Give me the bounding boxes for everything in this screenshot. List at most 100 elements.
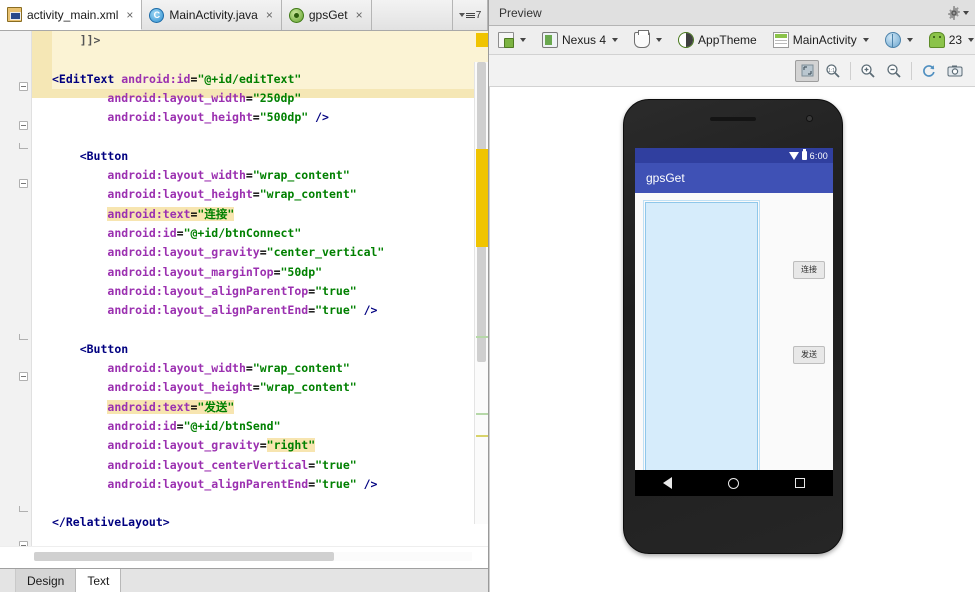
horizontal-scrollbar-thumb[interactable] <box>34 552 334 561</box>
chevron-down-icon <box>612 38 619 42</box>
android-api-icon <box>928 32 945 48</box>
fold-marker[interactable] <box>19 372 28 381</box>
zoom-actual-size-button[interactable]: 1:1 <box>821 60 845 82</box>
code-line: android:layout_gravity="center_vertical" <box>52 243 488 262</box>
chevron-down-icon <box>458 13 465 17</box>
code-token: = <box>245 90 253 105</box>
code-line <box>52 50 488 70</box>
zoom-in-button[interactable] <box>856 60 880 82</box>
code-token: = <box>252 187 260 202</box>
code-token: "@+id/btnConnect" <box>183 225 302 240</box>
code-token: android:layout_alignParentEnd <box>107 476 309 491</box>
editor-scrollbar[interactable] <box>474 62 488 524</box>
code-token: android:id <box>107 225 177 240</box>
code-token: = <box>273 264 281 279</box>
preview-button-btnsend[interactable]: 发送 <box>793 346 825 364</box>
svg-text:1:1: 1:1 <box>828 68 835 74</box>
editor-tab-activity-main-xml[interactable]: activity_main.xml × <box>0 0 143 30</box>
tab-overflow-count: 7 <box>475 9 482 21</box>
android-status-bar: 6:00 <box>635 148 833 163</box>
code-line: android:layout_gravity="right" <box>52 436 488 455</box>
code-token: "right" <box>266 438 316 453</box>
editor-tab-gpsget[interactable]: gpsGet × <box>281 0 372 30</box>
toolbar-theme-selector[interactable]: AppTheme <box>673 30 762 50</box>
zoom-fit-button[interactable] <box>795 59 819 82</box>
fold-marker[interactable] <box>19 121 28 130</box>
code-token: android:id <box>107 418 177 433</box>
code-line: android:layout_alignParentEnd="true" /> <box>52 301 488 320</box>
preview-edittext[interactable] <box>643 200 760 489</box>
mode-tabs-gap <box>0 569 16 592</box>
code-token: android:layout_width <box>107 90 246 105</box>
api-level-label: 23 <box>948 33 963 47</box>
preview-pane: Preview Nexus 4 AppTheme MainActivity 23… <box>489 0 975 592</box>
code-token: android:layout_gravity <box>107 438 260 453</box>
refresh-button[interactable] <box>917 60 941 82</box>
preview-header: Preview <box>489 0 975 26</box>
close-icon[interactable]: × <box>126 9 133 21</box>
back-icon[interactable] <box>663 477 672 489</box>
close-icon[interactable]: × <box>266 9 273 21</box>
chevron-down-icon <box>862 38 869 42</box>
code-token: <Button <box>79 148 129 163</box>
code-token: android:layout_gravity <box>107 245 260 260</box>
toolbar-layout-variant[interactable] <box>493 30 531 50</box>
chevron-down-icon <box>906 38 913 42</box>
code-token: android:text <box>107 399 191 414</box>
battery-icon <box>801 149 807 160</box>
code-token: "wrap_content" <box>259 187 357 202</box>
code-token: "发送" <box>197 399 235 414</box>
toolbar-orientation-selector[interactable] <box>629 30 667 50</box>
code-line: <Button <box>52 340 488 359</box>
toolbar-locale-selector[interactable] <box>880 30 918 50</box>
device-label: Nexus 4 <box>562 33 607 47</box>
code-line: android:layout_marginTop="50dp" <box>52 263 488 282</box>
editor-tab-mainactivity-java[interactable]: C MainActivity.java × <box>142 0 282 30</box>
editor-tab-label: gpsGet <box>308 8 348 22</box>
recents-icon[interactable] <box>795 478 805 488</box>
toolbar-api-selector[interactable]: 23 <box>924 30 975 50</box>
code-line: android:layout_width="250dp" <box>52 89 488 108</box>
code-line: android:text="连接" <box>52 205 488 224</box>
tab-design[interactable]: Design <box>16 569 77 592</box>
mode-tabs-filler <box>121 569 488 592</box>
code-line: android:id="@+id/btnConnect" <box>52 224 488 243</box>
preview-button-btnconnect[interactable]: 连接 <box>793 261 825 279</box>
list-icon <box>465 12 475 18</box>
preview-canvas[interactable]: 6:00 gpsGet 连接 发送 <box>489 87 975 592</box>
toolbar-activity-selector[interactable]: MainActivity <box>768 30 874 50</box>
code-line: ]]> <box>52 31 488 51</box>
front-camera-icon <box>806 115 813 122</box>
home-icon[interactable] <box>728 477 739 489</box>
code-token: "连接" <box>197 206 235 221</box>
theme-label: AppTheme <box>698 33 757 47</box>
toolbar-device-selector[interactable]: Nexus 4 <box>537 30 623 50</box>
chevron-down-icon[interactable] <box>963 10 969 15</box>
code-token: android:id <box>121 71 191 86</box>
tab-text[interactable]: Text <box>76 569 122 592</box>
fold-marker[interactable] <box>19 82 28 91</box>
code-token: "@+id/btnSend" <box>183 418 281 433</box>
tab-overflow-menu[interactable]: 7 <box>453 0 488 30</box>
code-token: android:layout_height <box>107 110 253 125</box>
zoom-out-button[interactable] <box>882 60 906 82</box>
gear-icon[interactable] <box>947 5 961 20</box>
warning-marker[interactable] <box>476 149 488 247</box>
close-icon[interactable]: × <box>356 9 363 21</box>
horizontal-scrollbar[interactable] <box>0 546 488 568</box>
screenshot-button[interactable] <box>943 60 967 82</box>
code-token: /> <box>356 476 378 491</box>
editor-gutter[interactable] <box>0 31 32 546</box>
device-screen[interactable]: 6:00 gpsGet 连接 发送 <box>635 148 833 496</box>
xml-source-code[interactable]: ]]> <EditText android:id="@+id/editText" … <box>32 31 488 533</box>
code-token: = <box>252 110 260 125</box>
editor-tab-strip: activity_main.xml × C MainActivity.java … <box>0 0 488 31</box>
fold-end-marker <box>19 334 28 340</box>
code-text-area[interactable]: ]]> <EditText android:id="@+id/editText" … <box>32 31 488 546</box>
layout-preview-content: 连接 发送 <box>635 193 833 496</box>
warning-marker[interactable] <box>476 33 488 47</box>
fold-marker[interactable] <box>19 179 28 188</box>
editor-body: ]]> <EditText android:id="@+id/editText" … <box>0 31 488 546</box>
zoom-toolbar-separator <box>850 61 851 80</box>
